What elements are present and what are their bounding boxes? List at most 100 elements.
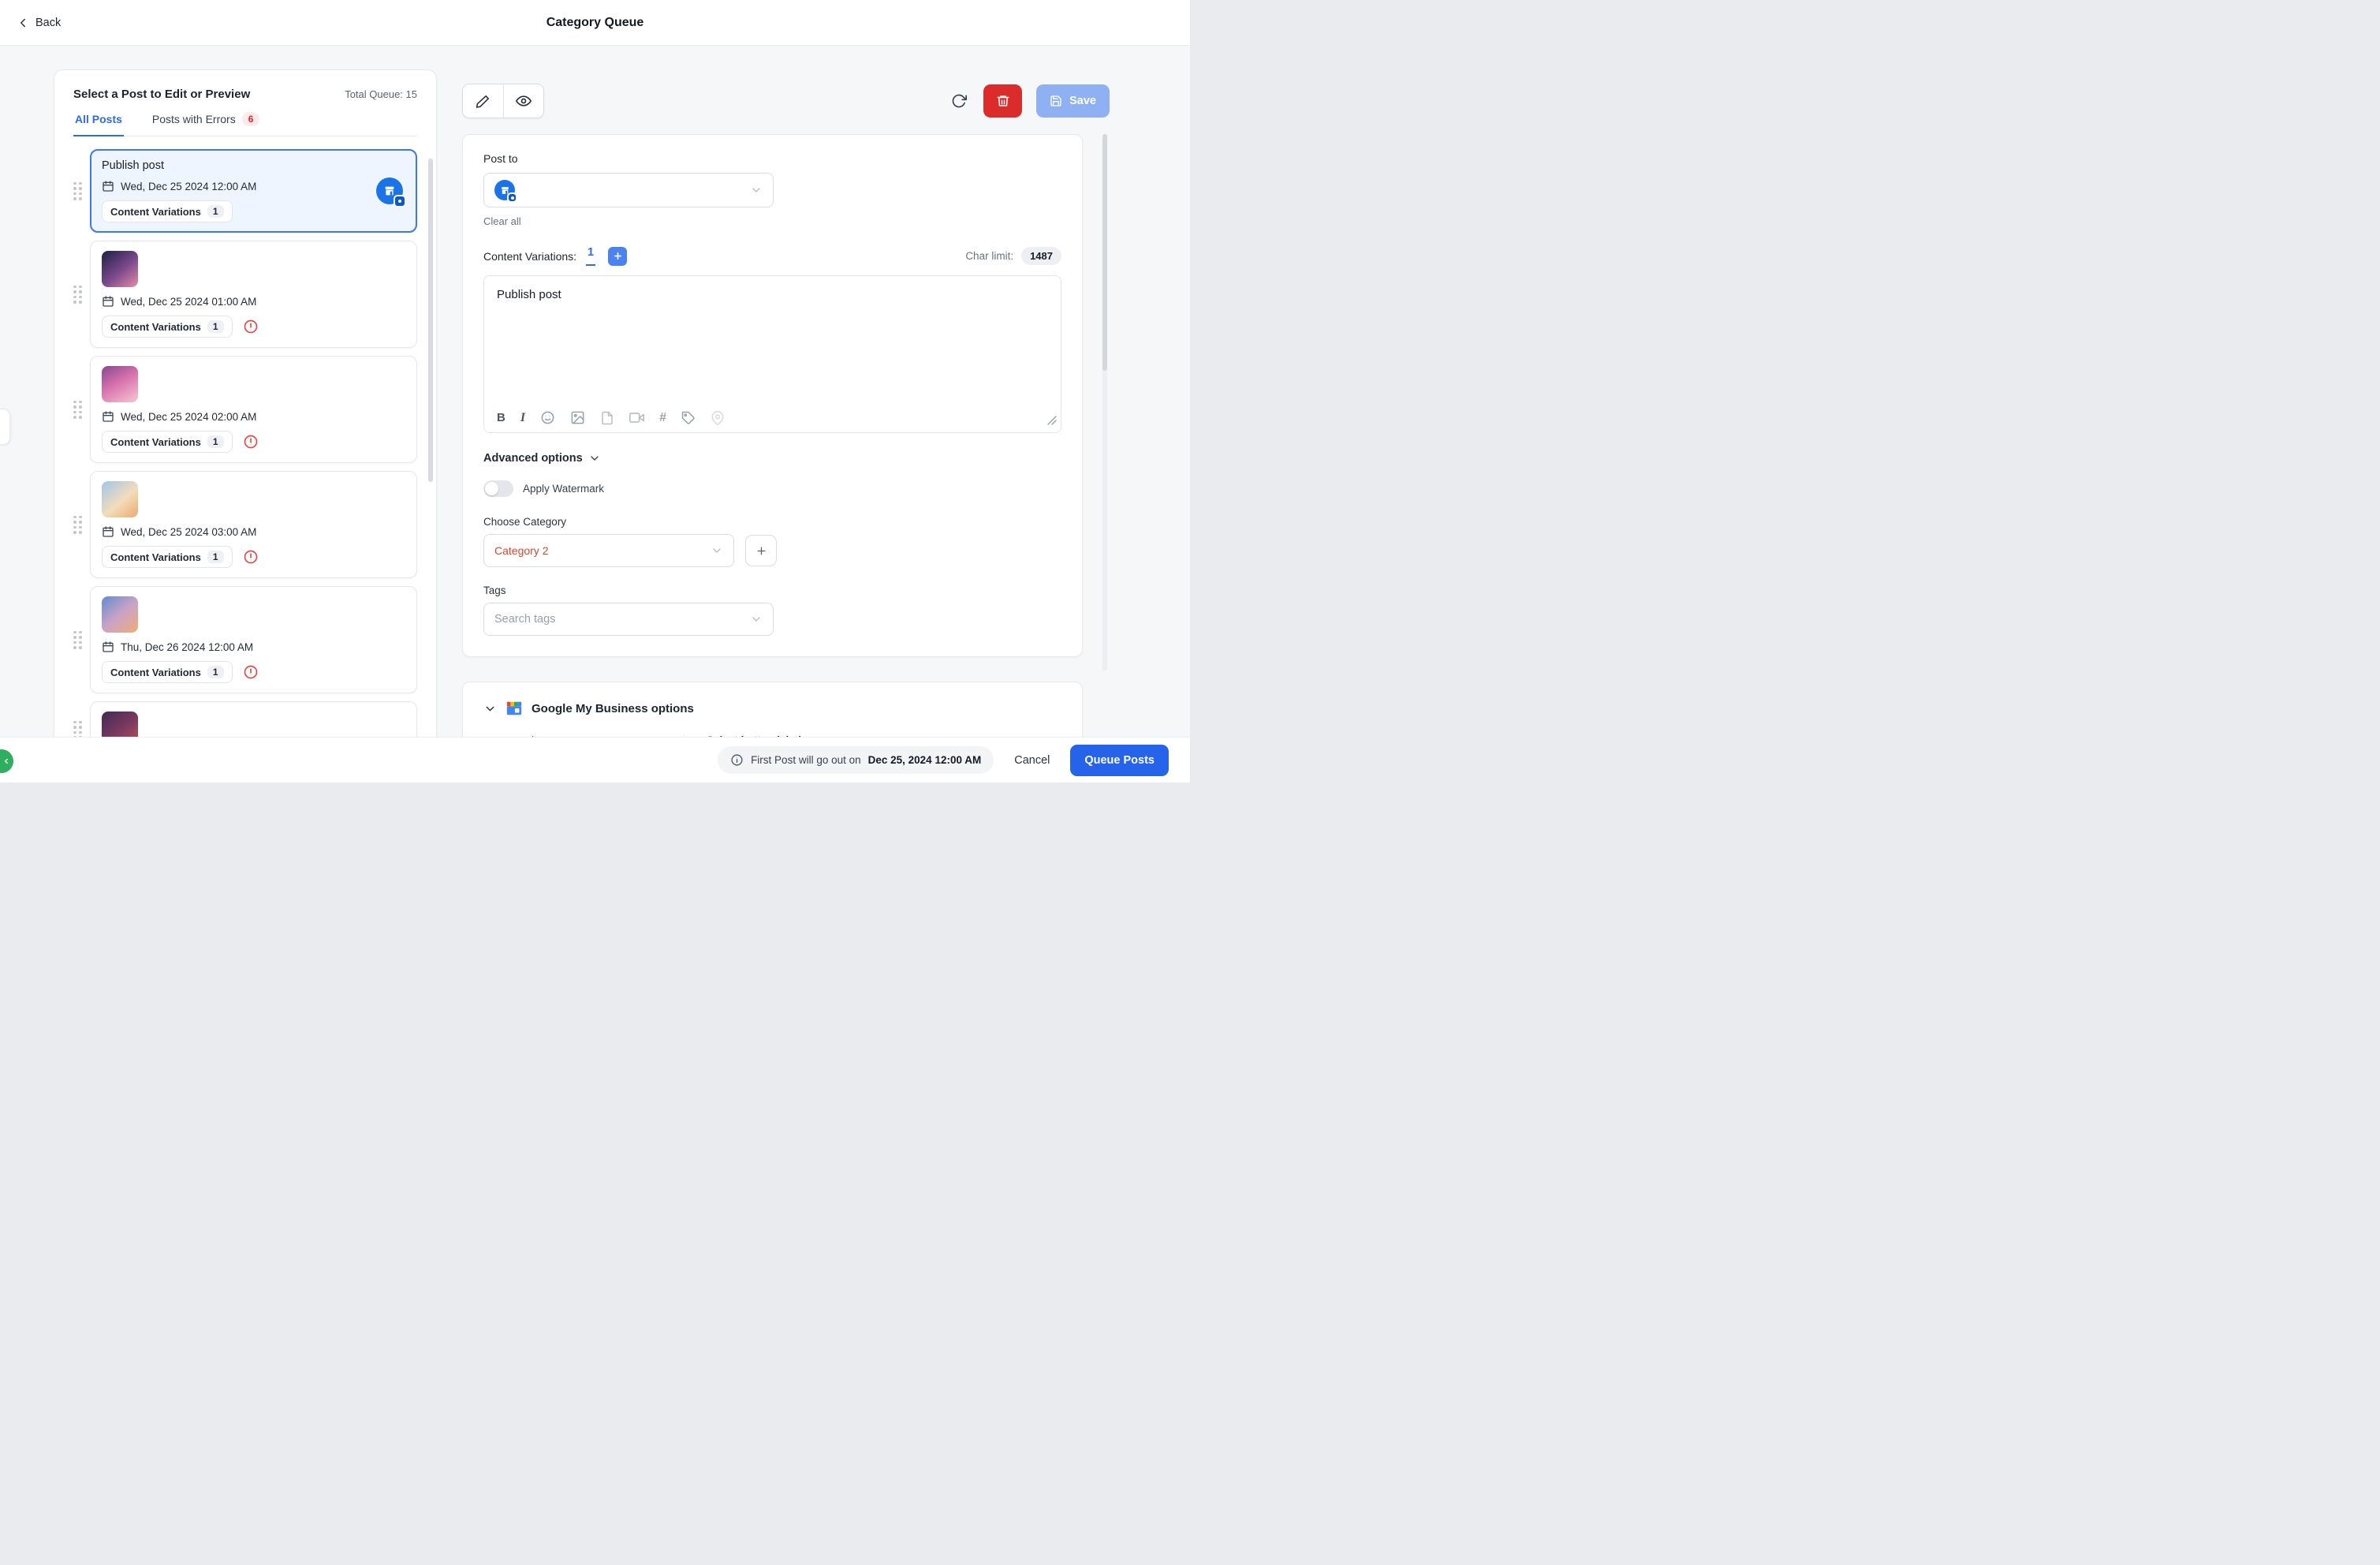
drag-handle[interactable] bbox=[73, 400, 83, 419]
post-date: Wed, Dec 25 2024 03:00 AM bbox=[121, 525, 257, 538]
tags-select[interactable]: Search tags bbox=[483, 603, 774, 636]
post-row: Wed, Dec 25 2024 02:00 AM Content Variat… bbox=[73, 356, 417, 463]
add-variation-button[interactable] bbox=[608, 246, 628, 266]
chip-count: 1 bbox=[207, 666, 224, 678]
queue-scrollbar[interactable] bbox=[428, 159, 433, 482]
eye-icon bbox=[516, 93, 532, 109]
post-chip-row: Content Variations 1 bbox=[102, 546, 405, 568]
post-card[interactable]: Wed, Dec 25 2024 02:00 AM Content Variat… bbox=[90, 356, 417, 463]
bold-icon[interactable]: B bbox=[497, 411, 505, 424]
post-chip-row: Content Variations 1 bbox=[102, 200, 405, 222]
content-variations-row: Content Variations: 1 Char limit: 1487 bbox=[483, 246, 1061, 266]
tab-all-posts[interactable]: All Posts bbox=[73, 112, 124, 136]
chip-label: Content Variations bbox=[110, 551, 201, 563]
post-card[interactable]: Thu, Dec 26 2024 12:00 AM Content Variat… bbox=[90, 586, 417, 693]
edit-mode-button[interactable] bbox=[463, 84, 503, 118]
post-date-row: Wed, Dec 25 2024 12:00 AM bbox=[102, 180, 405, 192]
calendar-icon bbox=[102, 525, 114, 538]
delete-post-button[interactable] bbox=[983, 84, 1023, 118]
resize-handle[interactable] bbox=[1047, 415, 1057, 428]
clear-all-link[interactable]: Clear all bbox=[483, 215, 521, 227]
post-card[interactable]: Wed, Dec 25 2024 01:00 AM Content Variat… bbox=[90, 241, 417, 348]
chip-count: 1 bbox=[207, 205, 224, 218]
image-icon[interactable] bbox=[570, 410, 585, 425]
post-card[interactable]: Wed, Dec 25 2024 03:00 AM Content Variat… bbox=[90, 471, 417, 578]
post-content-textarea[interactable]: Publish post B I # bbox=[483, 275, 1061, 433]
google-my-business-icon bbox=[376, 177, 406, 207]
advanced-options-toggle[interactable]: Advanced options bbox=[483, 452, 1061, 465]
trash-icon bbox=[996, 94, 1010, 108]
chevron-down-icon bbox=[483, 702, 497, 715]
errors-count-badge: 6 bbox=[241, 112, 260, 126]
gmb-mini-badge bbox=[394, 195, 406, 207]
category-select[interactable]: Category 2 bbox=[483, 534, 734, 567]
refresh-button[interactable] bbox=[944, 86, 974, 116]
content-variations-chip: Content Variations 1 bbox=[102, 661, 233, 683]
post-date-row: Wed, Dec 25 2024 01:00 AM bbox=[102, 295, 405, 308]
editor-toolbar: Save bbox=[462, 84, 1110, 118]
gmb-options-collapse-toggle[interactable]: Google My Business options bbox=[483, 700, 1061, 717]
post-content-text: Publish post bbox=[497, 288, 561, 301]
drag-handle[interactable] bbox=[73, 285, 83, 304]
queue-panel-title: Select a Post to Edit or Preview bbox=[73, 88, 251, 101]
tab-posts-with-errors[interactable]: Posts with Errors 6 bbox=[151, 112, 262, 136]
add-category-button[interactable] bbox=[745, 535, 777, 566]
chip-count: 1 bbox=[207, 551, 224, 563]
gmb-network-badge bbox=[376, 177, 406, 207]
panel-collapse-handle[interactable] bbox=[0, 409, 10, 445]
post-date: Wed, Dec 25 2024 01:00 AM bbox=[121, 295, 257, 308]
content-variations-label: Content Variations: bbox=[483, 249, 577, 263]
calendar-icon bbox=[102, 641, 114, 653]
queue-panel: Select a Post to Edit or Preview Total Q… bbox=[54, 69, 437, 773]
editor-scrollbar-thumb[interactable] bbox=[1102, 134, 1107, 371]
post-row: Publish post Wed, Dec 25 2024 12:00 AM C… bbox=[73, 149, 417, 233]
post-to-select[interactable] bbox=[483, 173, 774, 207]
tag-icon[interactable] bbox=[681, 411, 696, 425]
calendar-icon bbox=[102, 180, 114, 192]
variation-tab-1[interactable]: 1 bbox=[586, 246, 596, 266]
post-card[interactable]: Publish post Wed, Dec 25 2024 12:00 AM C… bbox=[90, 149, 417, 233]
edit-preview-toggle-group bbox=[462, 84, 544, 118]
file-icon[interactable] bbox=[600, 411, 614, 425]
content-variations-chip: Content Variations 1 bbox=[102, 316, 233, 338]
italic-icon[interactable]: I bbox=[520, 411, 525, 425]
chip-label: Content Variations bbox=[110, 666, 201, 678]
drag-handle[interactable] bbox=[73, 515, 83, 534]
post-row: Wed, Dec 25 2024 01:00 AM Content Variat… bbox=[73, 241, 417, 348]
tags-label: Tags bbox=[483, 585, 506, 596]
bottom-action-bar: First Post will go out on Dec 25, 2024 1… bbox=[0, 737, 1190, 782]
error-icon bbox=[243, 434, 259, 450]
total-queue-count: Total Queue: 15 bbox=[345, 88, 417, 100]
post-editor-card: Post to Clear all Content Variations: 1 … bbox=[462, 134, 1083, 657]
editor-scrollbar[interactable] bbox=[1102, 134, 1107, 670]
post-chip-row: Content Variations 1 bbox=[102, 431, 405, 453]
post-thumbnail bbox=[102, 481, 138, 517]
video-icon[interactable] bbox=[629, 410, 645, 425]
post-row: Thu, Dec 26 2024 12:00 AM Content Variat… bbox=[73, 586, 417, 693]
queue-tabs: All Posts Posts with Errors 6 bbox=[73, 112, 417, 136]
gmb-options-title: Google My Business options bbox=[532, 701, 694, 715]
refresh-icon bbox=[951, 93, 968, 109]
apply-watermark-toggle[interactable] bbox=[483, 480, 513, 497]
content-variations-chip: Content Variations 1 bbox=[102, 200, 233, 222]
queue-posts-button[interactable]: Queue Posts bbox=[1070, 744, 1169, 776]
back-label: Back bbox=[35, 17, 62, 29]
location-icon[interactable] bbox=[711, 410, 725, 425]
post-title: Publish post bbox=[102, 159, 164, 172]
emoji-icon[interactable] bbox=[540, 410, 555, 425]
cancel-button[interactable]: Cancel bbox=[1014, 754, 1050, 767]
hashtag-icon[interactable]: # bbox=[659, 411, 666, 425]
content-variations-chip: Content Variations 1 bbox=[102, 546, 233, 568]
info-icon bbox=[730, 753, 744, 767]
preview-mode-button[interactable] bbox=[503, 84, 543, 118]
choose-category-label: Choose Category bbox=[483, 516, 567, 528]
drag-handle[interactable] bbox=[73, 181, 83, 200]
post-date-row: Wed, Dec 25 2024 02:00 AM bbox=[102, 410, 405, 423]
save-button[interactable]: Save bbox=[1036, 84, 1110, 118]
google-my-business-icon bbox=[494, 180, 517, 203]
post-date: Thu, Dec 26 2024 12:00 AM bbox=[121, 641, 254, 653]
chip-label: Content Variations bbox=[110, 435, 201, 448]
back-button[interactable]: Back bbox=[16, 0, 61, 46]
first-post-notice: First Post will go out on Dec 25, 2024 1… bbox=[718, 746, 994, 774]
drag-handle[interactable] bbox=[73, 630, 83, 649]
